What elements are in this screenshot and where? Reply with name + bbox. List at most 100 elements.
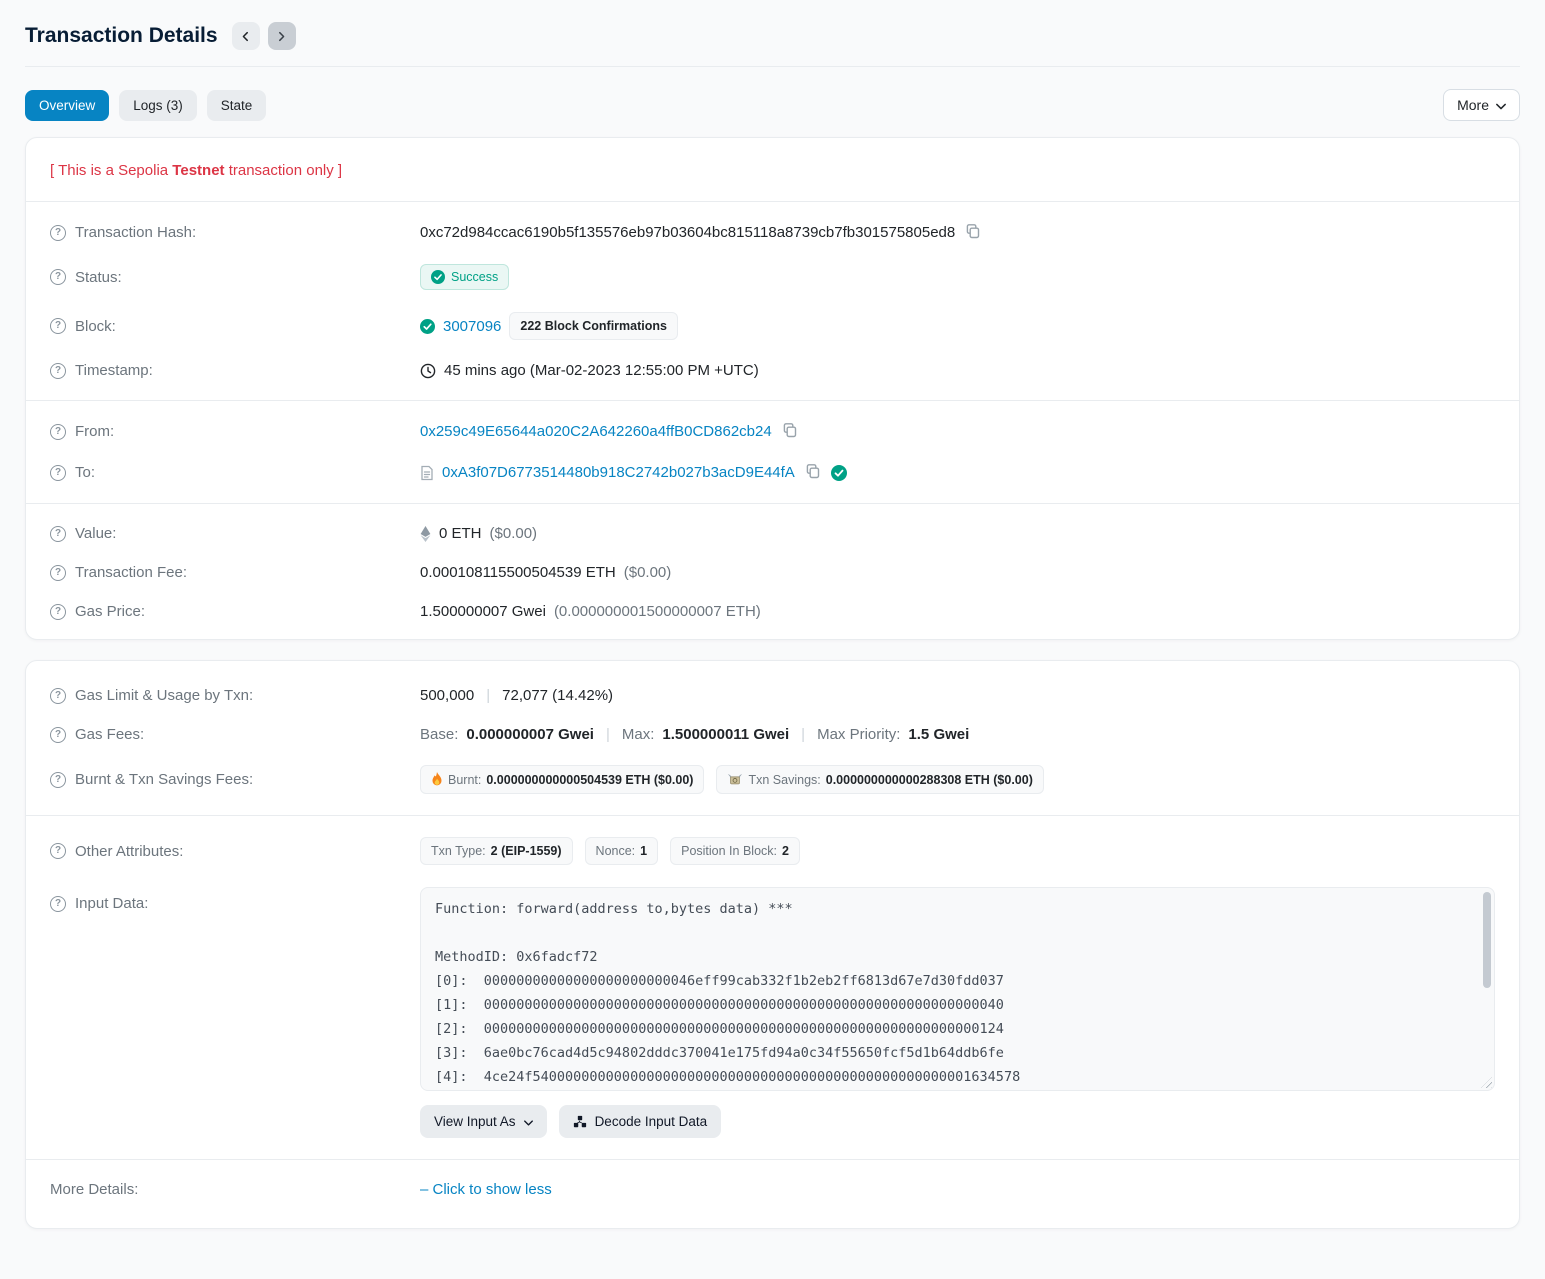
position-in-block-badge: Position In Block: 2	[670, 837, 800, 865]
overview-card: [ This is a Sepolia Testnet transaction …	[25, 137, 1520, 640]
divider	[26, 201, 1519, 202]
more-button-label: More	[1457, 97, 1489, 113]
help-icon[interactable]: ?	[50, 604, 66, 620]
from-address-link[interactable]: 0x259c49E65644a020C2A642260a4ffB0CD862cb…	[420, 423, 772, 440]
resize-handle[interactable]	[1481, 1077, 1492, 1088]
help-icon[interactable]: ?	[50, 465, 66, 481]
more-button[interactable]: More	[1443, 89, 1520, 121]
row-timestamp: ? Timestamp: 45 mins ago (Mar-02-2023 12…	[50, 351, 1495, 390]
copy-icon	[805, 463, 821, 482]
row-gas-limit-usage: ? Gas Limit & Usage by Txn: 500,000 | 72…	[50, 669, 1495, 715]
txn-savings-badge: Txn Savings: 0.000000000000288308 ETH ($…	[716, 765, 1043, 794]
page-header: Transaction Details	[25, 16, 1520, 67]
gas-limit-usage-label: ? Gas Limit & Usage by Txn:	[50, 687, 420, 704]
scrollbar-thumb[interactable]	[1483, 892, 1491, 988]
tab-list: Overview Logs (3) State	[25, 90, 266, 121]
tab-logs[interactable]: Logs (3)	[119, 90, 197, 121]
row-to: ? To: 0xA3f07D6773514480b918C2742b027b3a…	[50, 452, 1495, 493]
divider	[26, 503, 1519, 504]
more-details-label: More Details:	[50, 1181, 420, 1198]
txn-savings-value: 0.000000000000288308 ETH ($0.00)	[826, 773, 1033, 787]
input-data-label: ? Input Data:	[50, 887, 420, 912]
help-icon[interactable]: ?	[50, 363, 66, 379]
max-fee-label: Max:	[622, 726, 655, 743]
block-number-link[interactable]: 3007096	[443, 318, 501, 335]
testnet-notice-bold: Testnet	[172, 162, 224, 179]
help-icon[interactable]: ?	[50, 565, 66, 581]
row-status: ? Status: Success	[50, 253, 1495, 301]
row-value: ? Value: 0 ETH ($0.00)	[50, 514, 1495, 553]
max-priority-fee-label: Max Priority:	[817, 726, 900, 743]
block-label: ? Block:	[50, 318, 420, 335]
decode-input-data-button[interactable]: Decode Input Data	[559, 1105, 722, 1138]
testnet-notice: [ This is a Sepolia Testnet transaction …	[50, 146, 1495, 191]
help-icon[interactable]: ?	[50, 727, 66, 743]
max-fee-value: 1.500000011 Gwei	[662, 726, 789, 743]
burnt-savings-label: ? Burnt & Txn Savings Fees:	[50, 771, 420, 788]
copy-icon	[965, 223, 981, 242]
transaction-fee-amount: 0.000108115500504539 ETH	[420, 564, 616, 581]
input-data-text: Function: forward(address to,bytes data)…	[435, 897, 1468, 1091]
divider	[26, 1159, 1519, 1160]
chevron-down-icon	[1496, 97, 1506, 113]
previous-txn-button[interactable]	[232, 22, 260, 50]
help-icon[interactable]: ?	[50, 318, 66, 334]
txn-savings-label: Txn Savings:	[748, 773, 820, 787]
flame-icon	[431, 772, 443, 787]
help-icon[interactable]: ?	[50, 772, 66, 788]
row-burnt-savings: ? Burnt & Txn Savings Fees: Burnt: 0.000…	[50, 754, 1495, 805]
burnt-label: Burnt:	[448, 773, 481, 787]
row-transaction-fee: ? Transaction Fee: 0.000108115500504539 …	[50, 553, 1495, 592]
gas-price-eth: (0.000000001500000007 ETH)	[554, 603, 761, 620]
gas-limit-value: 500,000	[420, 687, 474, 704]
help-icon[interactable]: ?	[50, 688, 66, 704]
copy-to-address-button[interactable]	[803, 463, 823, 482]
chevron-right-icon	[276, 31, 287, 42]
row-other-attributes: ? Other Attributes: Txn Type: 2 (EIP-155…	[50, 826, 1495, 876]
help-icon[interactable]: ?	[50, 843, 66, 859]
show-less-link[interactable]: – Click to show less	[420, 1181, 552, 1198]
check-circle-icon	[431, 270, 445, 284]
help-icon[interactable]: ?	[50, 526, 66, 542]
row-more-details: More Details: – Click to show less	[50, 1170, 1495, 1220]
base-fee-value: 0.000000007 Gwei	[466, 726, 594, 743]
gas-fees-label: ? Gas Fees:	[50, 726, 420, 743]
chevron-down-icon	[524, 1114, 533, 1129]
copy-from-address-button[interactable]	[780, 422, 800, 441]
txn-nav-buttons	[232, 22, 296, 50]
divider	[26, 400, 1519, 401]
row-transaction-hash: ? Transaction Hash: 0xc72d984ccac6190b5f…	[50, 212, 1495, 253]
timestamp-label: ? Timestamp:	[50, 362, 420, 379]
input-data-box[interactable]: Function: forward(address to,bytes data)…	[420, 887, 1495, 1091]
transaction-fee-usd: ($0.00)	[624, 564, 672, 581]
help-icon[interactable]: ?	[50, 225, 66, 241]
to-address-link[interactable]: 0xA3f07D6773514480b918C2742b027b3acD9E44…	[442, 464, 795, 481]
to-label: ? To:	[50, 464, 420, 481]
block-confirmations-badge: 222 Block Confirmations	[509, 312, 678, 340]
separator: |	[797, 726, 809, 743]
transaction-fee-label: ? Transaction Fee:	[50, 564, 420, 581]
row-gas-price: ? Gas Price: 1.500000007 Gwei (0.0000000…	[50, 592, 1495, 631]
help-icon[interactable]: ?	[50, 896, 66, 912]
help-icon[interactable]: ?	[50, 269, 66, 285]
tab-overview[interactable]: Overview	[25, 90, 109, 121]
tab-state[interactable]: State	[207, 90, 267, 121]
check-circle-icon	[420, 319, 435, 334]
value-amount: 0 ETH	[439, 525, 482, 542]
status-label: ? Status:	[50, 269, 420, 286]
copy-hash-button[interactable]	[963, 223, 983, 242]
value-label: ? Value:	[50, 525, 420, 542]
money-wings-icon	[727, 773, 743, 786]
page-title: Transaction Details	[25, 24, 218, 48]
txn-type-badge: Txn Type: 2 (EIP-1559)	[420, 837, 573, 865]
view-input-as-button[interactable]: View Input As	[420, 1105, 547, 1138]
help-icon[interactable]: ?	[50, 424, 66, 440]
next-txn-button[interactable]	[268, 22, 296, 50]
eth-diamond-icon	[420, 526, 431, 542]
decode-cubes-icon	[573, 1115, 587, 1129]
other-attributes-label: ? Other Attributes:	[50, 843, 420, 860]
separator: |	[482, 687, 494, 704]
from-label: ? From:	[50, 423, 420, 440]
divider	[26, 815, 1519, 816]
transaction-details-page: Transaction Details Overview Logs (3) St…	[0, 0, 1545, 1279]
